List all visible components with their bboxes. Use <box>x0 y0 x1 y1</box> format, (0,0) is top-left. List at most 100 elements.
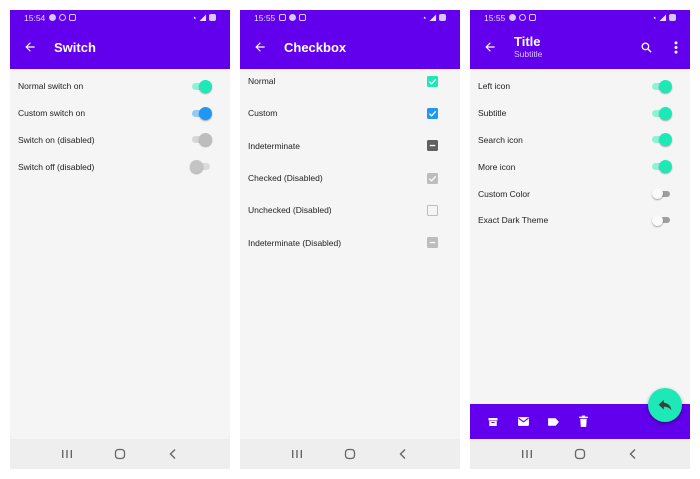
notification-a-icon <box>279 14 287 21</box>
custom-color-switch[interactable] <box>652 187 672 201</box>
checkbox-row-custom[interactable]: Custom <box>240 97 460 129</box>
page-subtitle: Subtitle <box>514 48 543 59</box>
system-nav-bar <box>240 439 460 469</box>
archive-icon[interactable] <box>478 404 508 439</box>
status-time: 15:55 <box>484 12 506 23</box>
notification-b-icon <box>59 14 67 21</box>
reply-icon <box>658 399 672 411</box>
checkbox-label: Indeterminate (Disabled) <box>248 237 342 248</box>
switch-row-off-disabled: Switch off (disabled) <box>10 153 230 180</box>
signal-icon: ◢ <box>429 12 436 22</box>
switch-row-custom[interactable]: Custom switch on <box>10 100 230 127</box>
page-title: Checkbox <box>284 39 347 55</box>
app-bar: Title Subtitle <box>470 25 690 69</box>
arrow-back-icon[interactable] <box>240 25 280 69</box>
home-icon[interactable] <box>568 442 592 466</box>
back-icon[interactable] <box>621 442 645 466</box>
option-row-search-icon[interactable]: Search icon <box>470 127 690 154</box>
status-time: 15:55 <box>254 12 276 23</box>
recents-icon[interactable] <box>285 442 309 466</box>
signal-icon: ◢ <box>199 12 206 22</box>
toolbar-screen: 15:55 ◔ ◢ Title Subtitle Left icon Subti… <box>470 10 690 469</box>
notification-b-icon <box>519 14 527 21</box>
subtitle-switch[interactable] <box>650 106 672 120</box>
switch-list: Normal switch on Custom switch on Switch… <box>10 73 230 180</box>
signal-icon: ◢ <box>659 12 666 22</box>
checkbox-label: Checked (Disabled) <box>248 173 323 184</box>
system-nav-bar <box>470 439 690 469</box>
option-label: More icon <box>478 161 516 172</box>
custom-switch[interactable] <box>190 106 212 120</box>
option-row-custom-color[interactable]: Custom Color <box>470 180 690 207</box>
checkbox-screen: 15:55 ◔ ◢ Checkbox Normal Custom Indeter… <box>240 10 460 469</box>
home-icon[interactable] <box>108 442 132 466</box>
normal-switch[interactable] <box>190 79 212 93</box>
wifi-icon: ◔ <box>651 12 657 23</box>
option-label: Custom Color <box>478 188 530 199</box>
notification-icons <box>49 14 77 21</box>
disabled-on-switch <box>190 133 212 147</box>
status-time: 15:54 <box>24 12 46 23</box>
switch-row-normal[interactable]: Normal switch on <box>10 73 230 100</box>
recents-icon[interactable] <box>55 442 79 466</box>
status-bar: 15:55 ◔ ◢ <box>240 10 460 25</box>
more-icon-switch[interactable] <box>650 160 672 174</box>
home-icon[interactable] <box>338 442 362 466</box>
checkbox-label: Unchecked (Disabled) <box>248 205 332 216</box>
system-status-icons: ◔ ◢ <box>651 12 676 23</box>
checkbox-label: Custom <box>248 108 278 119</box>
label-icon[interactable] <box>538 404 568 439</box>
notification-a-icon <box>509 14 517 21</box>
app-bar-actions <box>632 25 690 69</box>
status-bar: 15:55 ◔ ◢ <box>470 10 690 25</box>
checkbox-row-unchecked-disabled: Unchecked (Disabled) <box>240 194 460 226</box>
battery-icon <box>669 14 676 21</box>
back-icon[interactable] <box>161 442 185 466</box>
mail-icon[interactable] <box>508 404 538 439</box>
arrow-back-icon[interactable] <box>10 25 50 69</box>
page-title: Switch <box>54 39 96 55</box>
checkbox-label: Normal <box>248 76 276 87</box>
toolbar-options-list: Left icon Subtitle Search icon More icon… <box>470 73 690 234</box>
recents-icon[interactable] <box>515 442 539 466</box>
checkbox-row-indeterminate[interactable]: Indeterminate <box>240 130 460 162</box>
switch-label: Switch off (disabled) <box>18 161 95 172</box>
notification-c-icon <box>69 14 77 21</box>
checkbox-row-checked-disabled: Checked (Disabled) <box>240 162 460 194</box>
option-row-left-icon[interactable]: Left icon <box>470 73 690 100</box>
option-row-exact-dark-theme[interactable]: Exact Dark Theme <box>470 207 690 234</box>
page-title: Title <box>514 33 541 49</box>
more-vert-icon[interactable] <box>661 25 690 69</box>
custom-checkbox[interactable] <box>427 107 438 119</box>
exact-dark-theme-switch[interactable] <box>652 213 672 227</box>
app-bar: Switch <box>10 25 230 69</box>
disabled-off-switch <box>190 160 212 174</box>
system-status-icons: ◔ ◢ <box>191 12 216 23</box>
checkbox-list: Normal Custom Indeterminate Checked (Dis… <box>240 65 460 259</box>
delete-icon[interactable] <box>568 404 598 439</box>
system-nav-bar <box>10 439 230 469</box>
indeterminate-checkbox[interactable] <box>427 140 438 152</box>
switch-label: Normal switch on <box>18 81 84 92</box>
status-bar: 15:54 ◔ ◢ <box>10 10 230 25</box>
option-row-subtitle[interactable]: Subtitle <box>470 100 690 127</box>
normal-checkbox[interactable] <box>427 75 438 87</box>
checkbox-row-normal[interactable]: Normal <box>240 65 460 97</box>
reply-fab[interactable] <box>648 388 682 422</box>
search-icon[interactable] <box>632 25 661 69</box>
notification-c-icon <box>529 14 537 21</box>
switch-label: Custom switch on <box>18 108 86 119</box>
search-icon-switch[interactable] <box>650 133 672 147</box>
option-label: Search icon <box>478 134 523 145</box>
back-icon[interactable] <box>391 442 415 466</box>
left-icon-switch[interactable] <box>650 79 672 93</box>
notification-icons <box>279 14 307 21</box>
checkbox-label: Indeterminate <box>248 140 300 151</box>
switch-screen: 15:54 ◔ ◢ Switch Normal switch on Custom… <box>10 10 230 469</box>
option-row-more-icon[interactable]: More icon <box>470 153 690 180</box>
title-block: Title Subtitle <box>514 33 543 60</box>
notification-a-icon <box>49 14 57 21</box>
switch-label: Switch on (disabled) <box>18 134 95 145</box>
option-label: Left icon <box>478 81 511 92</box>
arrow-back-icon[interactable] <box>470 25 510 69</box>
